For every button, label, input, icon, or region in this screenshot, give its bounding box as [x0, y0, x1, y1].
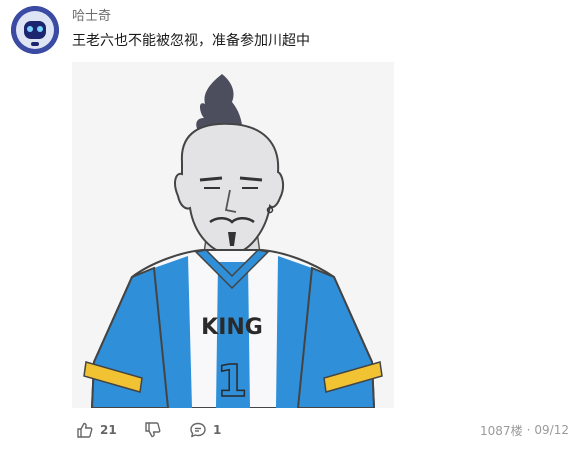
comment-text: 王老六也不能被忽视，准备参加川超中: [72, 33, 310, 49]
username[interactable]: 哈士奇: [72, 9, 111, 25]
floor-number: 1087楼: [480, 423, 523, 438]
post-image[interactable]: KING 1: [72, 62, 394, 408]
jersey-number: 1: [217, 356, 248, 407]
reply-count: 1: [213, 423, 222, 437]
avatar-robot-icon: [11, 6, 59, 54]
post-date: 09/12: [534, 423, 569, 437]
user-avatar[interactable]: [11, 6, 59, 54]
post-meta: 1087楼 · 09/12: [480, 418, 569, 442]
post-footer: 21 1 1087楼 · 09/12: [0, 418, 583, 442]
comment-post: 哈士奇 王老六也不能被忽视，准备参加川超中 KING 1 21 1 1087楼 …: [0, 0, 583, 449]
thumbs-down-icon: [145, 422, 161, 438]
meta-separator: ·: [526, 423, 531, 437]
like-count: 21: [100, 423, 117, 437]
reply-button[interactable]: 1: [189, 418, 221, 442]
jersey-name: KING: [201, 315, 263, 340]
thumbs-up-icon: [77, 422, 93, 438]
like-button[interactable]: 21: [76, 418, 117, 442]
dislike-button[interactable]: [144, 418, 162, 442]
comment-bubble-icon: [190, 422, 206, 438]
footballer-illustration: KING 1: [72, 62, 394, 408]
